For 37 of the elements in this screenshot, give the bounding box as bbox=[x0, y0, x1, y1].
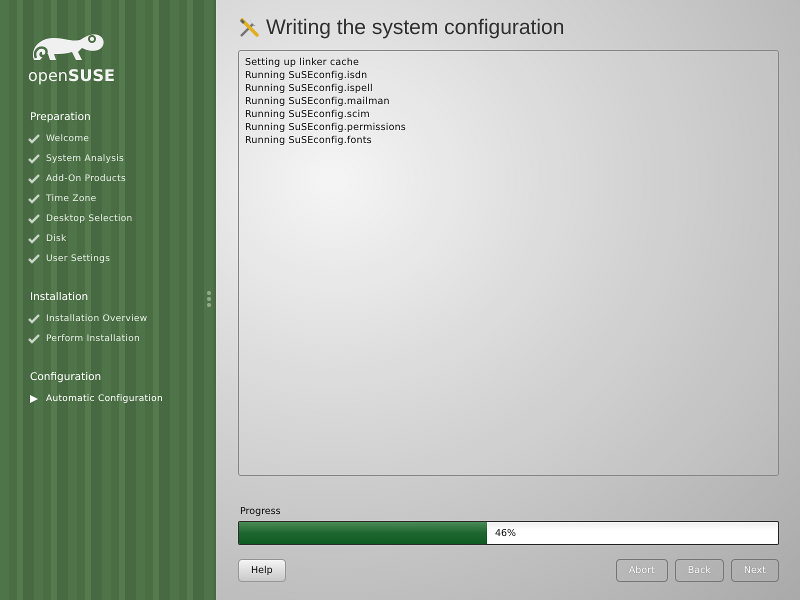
log-line: Running SuSEconfig.ispell bbox=[245, 82, 374, 95]
check-icon bbox=[28, 214, 40, 224]
check-icon bbox=[28, 174, 40, 184]
step-label: System Analysis bbox=[46, 154, 124, 164]
resize-grip[interactable] bbox=[207, 291, 211, 307]
check-icon bbox=[28, 194, 40, 204]
step-label: Add-On Products bbox=[46, 174, 126, 184]
check-icon bbox=[28, 314, 40, 324]
tools-icon bbox=[238, 17, 260, 39]
triangle-icon bbox=[28, 394, 40, 404]
page-title: Writing the system configuration bbox=[266, 16, 564, 40]
check-icon bbox=[28, 134, 40, 144]
wizard-button[interactable]: Help bbox=[238, 559, 286, 582]
log-line: Running SuSEconfig.isdn bbox=[245, 69, 368, 82]
log-line: Running SuSEconfig.mailman bbox=[245, 95, 391, 108]
step-label: User Settings bbox=[46, 254, 110, 264]
step-label: Disk bbox=[46, 234, 67, 244]
log-line: Running SuSEconfig.permissions bbox=[245, 121, 407, 134]
check-icon bbox=[28, 254, 40, 264]
progress-label: Progress bbox=[240, 506, 282, 517]
check-icon bbox=[28, 234, 40, 244]
log-line: Running SuSEconfig.scim bbox=[245, 108, 371, 121]
log-line: Setting up linker cache bbox=[245, 56, 360, 69]
check-icon bbox=[28, 334, 40, 344]
log-line: Running SuSEconfig.fonts bbox=[245, 134, 373, 147]
step-label: Desktop Selection bbox=[46, 214, 133, 224]
section-title: Configuration bbox=[30, 371, 102, 383]
step-label: Installation Overview bbox=[46, 314, 148, 324]
section-title: Installation bbox=[30, 291, 88, 303]
progress-reading: 46% bbox=[494, 528, 516, 538]
logo-text: openSUSE bbox=[28, 66, 115, 85]
check-icon bbox=[28, 154, 40, 164]
step-label: Perform Installation bbox=[46, 334, 140, 344]
step-label: Time Zone bbox=[46, 194, 96, 204]
section-title: Preparation bbox=[30, 111, 91, 123]
step-label: Welcome bbox=[46, 134, 90, 144]
step-label: Automatic Configuration bbox=[46, 394, 163, 404]
